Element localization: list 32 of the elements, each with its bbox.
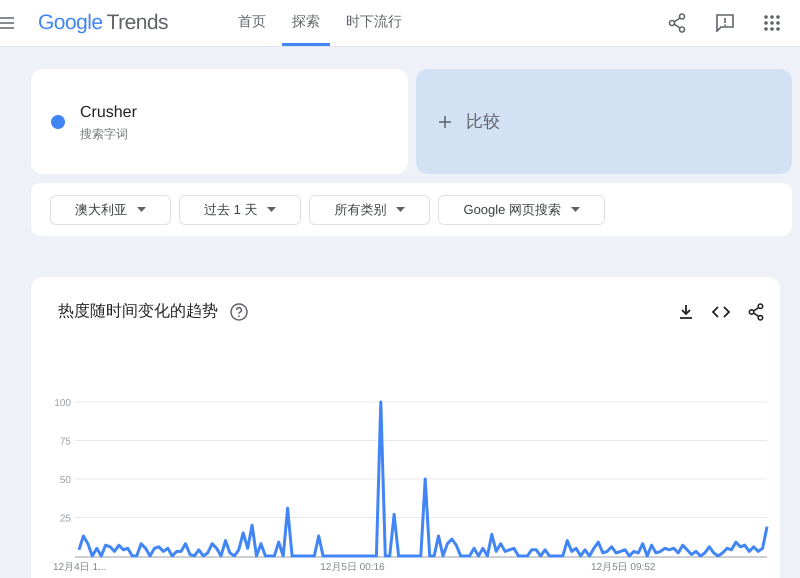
plus-icon: [438, 114, 452, 128]
caret-icon: [267, 207, 276, 212]
logo[interactable]: Google Trends: [38, 7, 168, 39]
section-title: 热度随时间变化的趋势: [58, 302, 218, 322]
caret-icon: [571, 207, 580, 212]
caret-icon: [137, 207, 146, 212]
feedback-icon[interactable]: [716, 14, 734, 32]
nav-tab[interactable]: 首页: [228, 0, 276, 46]
share-icon[interactable]: [748, 303, 764, 321]
caret-icon: [396, 207, 406, 212]
filter-dropdown[interactable]: 澳大利亚: [50, 194, 171, 224]
help-icon[interactable]: [230, 303, 248, 321]
apps-grid-icon[interactable]: [764, 15, 780, 31]
compare-card[interactable]: 比较: [416, 69, 792, 174]
search-term-card[interactable]: Crusher 搜索字词: [31, 69, 408, 174]
filter-dropdown[interactable]: 过去 1 天: [179, 194, 302, 224]
x-axis-label: 12月4日 1...: [53, 562, 106, 573]
embed-code-icon[interactable]: [712, 306, 730, 318]
menu-icon[interactable]: [0, 17, 16, 29]
download-icon[interactable]: [678, 304, 694, 320]
filter-dropdown[interactable]: Google 网页搜索: [438, 194, 606, 224]
y-axis-label: 50: [60, 475, 71, 486]
x-axis-label: 12月5日 09:52: [590, 562, 656, 573]
filter-dropdown[interactable]: 所有类别: [309, 194, 430, 224]
share-icon[interactable]: [668, 13, 686, 33]
term-type: 搜索字词: [80, 126, 129, 142]
y-axis-label: 25: [60, 514, 71, 524]
nav-tab[interactable]: 时下流行: [336, 0, 412, 46]
y-axis-label: 75: [60, 436, 71, 448]
search-term: Crusher: [80, 102, 137, 122]
y-axis-label: 100: [54, 398, 71, 409]
x-axis-label: 12月5日 00:16: [320, 562, 385, 573]
